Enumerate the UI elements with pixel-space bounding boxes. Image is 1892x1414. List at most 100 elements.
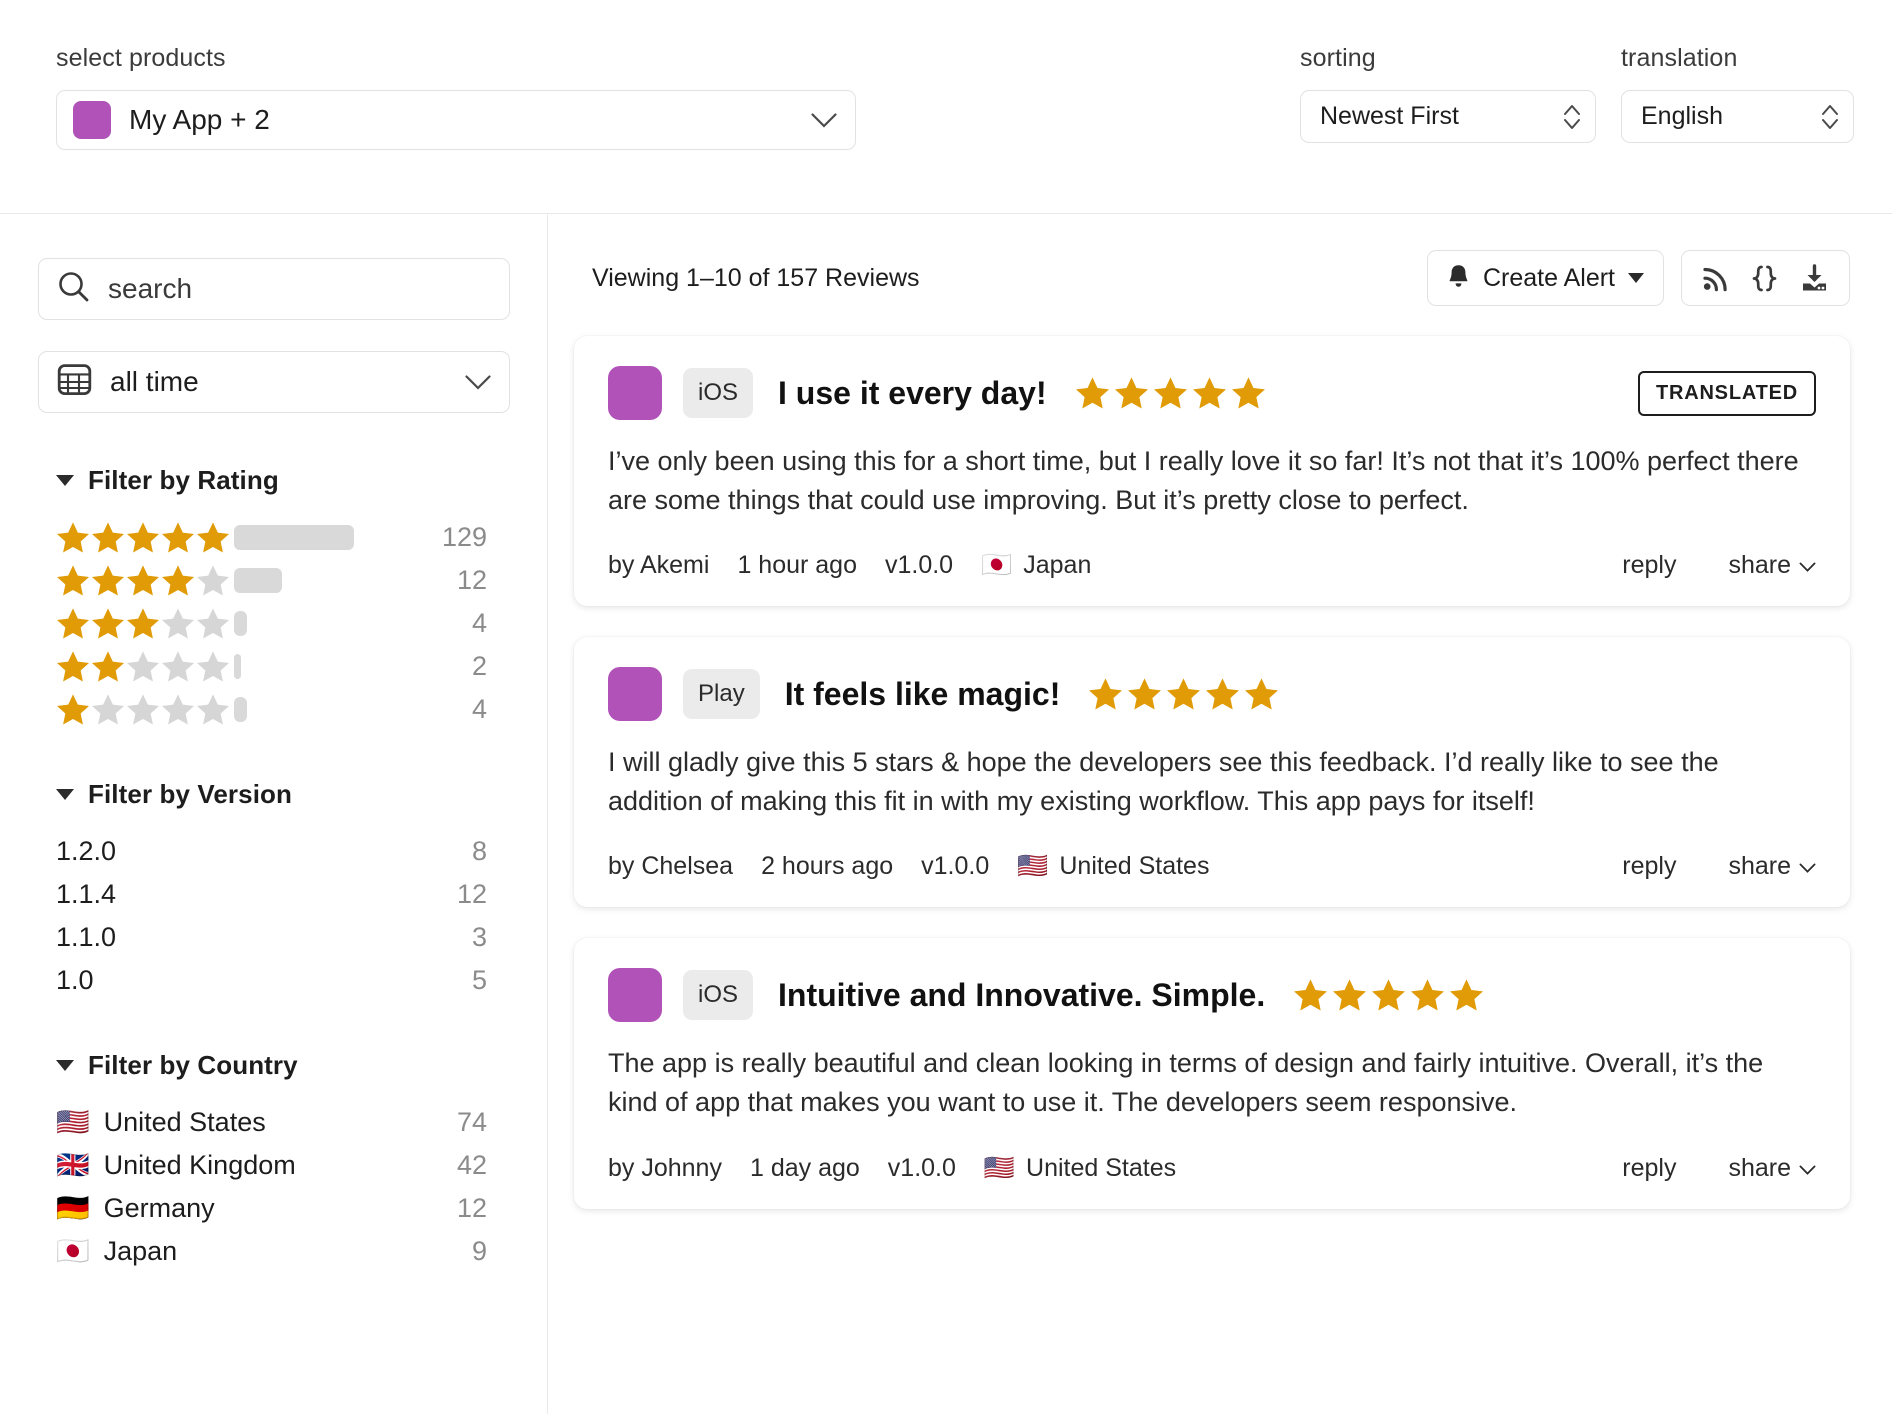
rating-stars bbox=[56, 650, 234, 683]
share-button[interactable]: share bbox=[1728, 852, 1816, 881]
rating-stars bbox=[56, 693, 234, 726]
star-icon bbox=[1192, 377, 1226, 409]
rating-filter-row[interactable]: 4 bbox=[56, 602, 509, 645]
review-card: iOS Intuitive and Innovative. Simple. The … bbox=[574, 938, 1850, 1209]
reviews-app: select products My App + 2 sorting Newes… bbox=[0, 0, 1892, 1414]
filter-by-country-header[interactable]: Filter by Country bbox=[38, 1050, 509, 1081]
star-icon bbox=[126, 651, 160, 682]
country-label: Germany bbox=[103, 1193, 215, 1223]
sorting-block: sorting Newest First bbox=[1300, 44, 1596, 143]
review-body: The app is really beautiful and clean lo… bbox=[608, 1048, 1764, 1118]
reply-button[interactable]: reply bbox=[1622, 551, 1676, 580]
version-count: 12 bbox=[456, 879, 487, 909]
star-icon bbox=[161, 522, 195, 553]
star-icon bbox=[196, 694, 230, 725]
review-footer: by Johnny 1 day ago v1.0.0 🇺🇸 United States r… bbox=[608, 1154, 1816, 1183]
version-filter-row[interactable]: 1.0 5 bbox=[56, 959, 509, 1002]
rating-filter-row[interactable]: 4 bbox=[56, 688, 509, 731]
review-card: Play It feels like magic! I will gladly gi… bbox=[574, 637, 1850, 908]
filter-by-version-header[interactable]: Filter by Version bbox=[38, 779, 509, 810]
star-icon bbox=[56, 608, 90, 639]
product-select[interactable]: My App + 2 bbox=[56, 90, 856, 150]
create-alert-button[interactable]: Create Alert bbox=[1426, 250, 1664, 306]
search-input[interactable] bbox=[108, 273, 491, 305]
star-icon bbox=[91, 522, 125, 553]
country-flag-icon: 🇺🇸 bbox=[56, 1107, 90, 1137]
filter-by-rating-title: Filter by Rating bbox=[88, 465, 279, 495]
share-button[interactable]: share bbox=[1728, 551, 1816, 580]
sorting-select[interactable]: Newest First bbox=[1300, 90, 1596, 143]
star-icon bbox=[161, 565, 195, 596]
version-label: 1.2.0 bbox=[56, 836, 117, 866]
star-icon bbox=[1153, 377, 1187, 409]
reply-button[interactable]: reply bbox=[1622, 852, 1676, 881]
search-box[interactable] bbox=[38, 258, 510, 320]
share-button[interactable]: share bbox=[1728, 1154, 1816, 1183]
up-down-chevron-icon bbox=[1820, 102, 1840, 132]
star-icon bbox=[126, 608, 160, 639]
version-count: 5 bbox=[471, 965, 487, 995]
version-filter-row[interactable]: 1.1.4 12 bbox=[56, 873, 509, 916]
translation-select[interactable]: English bbox=[1621, 90, 1854, 143]
review-header: iOS I use it every day! TRANSLATED bbox=[608, 366, 1816, 420]
country-count: 42 bbox=[456, 1150, 487, 1180]
rating-filter-row[interactable]: 12 bbox=[56, 559, 509, 602]
rating-stars bbox=[56, 521, 234, 554]
country-filter-row[interactable]: 🇺🇸 United States 74 bbox=[56, 1101, 509, 1144]
star-icon bbox=[161, 694, 195, 725]
translation-value: English bbox=[1641, 102, 1723, 130]
country-filter-row[interactable]: 🇩🇪 Germany 12 bbox=[56, 1187, 509, 1230]
rating-stars bbox=[56, 564, 234, 597]
chevron-down-icon bbox=[1799, 852, 1816, 881]
rating-filter-row[interactable]: 2 bbox=[56, 645, 509, 688]
time-range-value: all time bbox=[110, 366, 199, 397]
time-range-select[interactable]: all time bbox=[38, 351, 510, 413]
country-filter-row[interactable]: 🇬🇧 United Kingdom 42 bbox=[56, 1144, 509, 1187]
review-version: v1.0.0 bbox=[887, 1153, 956, 1182]
reply-button[interactable]: reply bbox=[1622, 1154, 1676, 1183]
review-time: 2 hours ago bbox=[761, 852, 894, 881]
rss-icon[interactable] bbox=[1702, 265, 1729, 292]
star-icon bbox=[1231, 377, 1265, 409]
rating-filter-row[interactable]: 129 bbox=[56, 516, 509, 559]
country-count: 74 bbox=[456, 1107, 487, 1137]
version-count: 8 bbox=[471, 836, 487, 866]
chevron-down-icon bbox=[1799, 551, 1816, 580]
country-flag-icon: 🇬🇧 bbox=[56, 1150, 90, 1180]
star-icon bbox=[1075, 377, 1109, 409]
product-selector-block: select products My App + 2 bbox=[56, 44, 856, 150]
rating-count: 4 bbox=[471, 608, 487, 638]
filter-by-rating-header[interactable]: Filter by Rating bbox=[38, 465, 509, 496]
json-braces-icon[interactable] bbox=[1751, 264, 1778, 293]
download-icon[interactable] bbox=[1800, 263, 1829, 293]
up-down-chevron-icon bbox=[1562, 102, 1582, 132]
star-icon bbox=[56, 565, 90, 596]
caret-down-icon bbox=[56, 789, 74, 800]
version-label: 1.1.4 bbox=[56, 879, 117, 909]
review-body: I’ve only been using this for a short ti… bbox=[608, 446, 1799, 515]
star-icon bbox=[91, 565, 125, 596]
star-icon bbox=[1114, 377, 1148, 409]
review-country-flag-icon: 🇺🇸 bbox=[1017, 852, 1049, 881]
bell-icon bbox=[1447, 263, 1470, 294]
review-rating-stars bbox=[1075, 376, 1266, 410]
filter-by-country-group: Filter by Country 🇺🇸 United States 74 🇬🇧 Uni… bbox=[38, 1050, 509, 1273]
chevron-down-icon bbox=[1799, 1154, 1816, 1183]
calendar-icon bbox=[57, 362, 92, 402]
star-icon bbox=[126, 522, 160, 553]
country-filter-row[interactable]: 🇯🇵 Japan 9 bbox=[56, 1230, 509, 1273]
review-time: 1 hour ago bbox=[737, 551, 857, 580]
rating-count: 2 bbox=[471, 651, 487, 681]
filter-by-version-title: Filter by Version bbox=[88, 779, 292, 809]
country-label: United Kingdom bbox=[103, 1150, 296, 1180]
review-footer: by Chelsea 2 hours ago v1.0.0 🇺🇸 United Stat… bbox=[608, 852, 1816, 881]
version-filter-row[interactable]: 1.2.0 8 bbox=[56, 830, 509, 873]
chevron-down-icon bbox=[811, 112, 837, 128]
rating-count: 12 bbox=[456, 565, 487, 595]
filter-by-country-title: Filter by Country bbox=[88, 1050, 298, 1080]
translation-label: translation bbox=[1621, 44, 1738, 72]
country-count: 12 bbox=[456, 1193, 487, 1223]
version-filter-row[interactable]: 1.1.0 3 bbox=[56, 916, 509, 959]
country-count: 9 bbox=[471, 1236, 487, 1266]
star-icon bbox=[1089, 678, 1123, 710]
